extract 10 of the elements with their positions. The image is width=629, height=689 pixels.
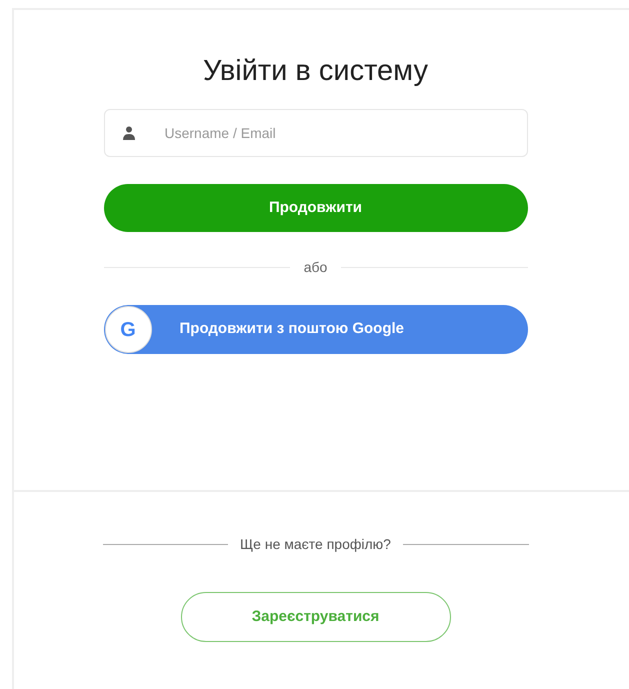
username-field[interactable]: Username / Email	[104, 109, 528, 157]
signup-prompt: Ще не маєте профілю?	[240, 535, 391, 554]
signup-button[interactable]: Зареєструватися	[180, 592, 450, 642]
continue-button[interactable]: Продовжити	[104, 184, 528, 232]
google-logo-icon: G	[104, 306, 152, 353]
google-button[interactable]: G Продовжити з поштою Google	[104, 305, 528, 354]
separator-text: або	[304, 258, 328, 277]
page-title: Увійти в систему	[203, 54, 428, 89]
google-button-label: Продовжити з поштою Google	[180, 319, 404, 340]
user-icon	[122, 126, 134, 140]
